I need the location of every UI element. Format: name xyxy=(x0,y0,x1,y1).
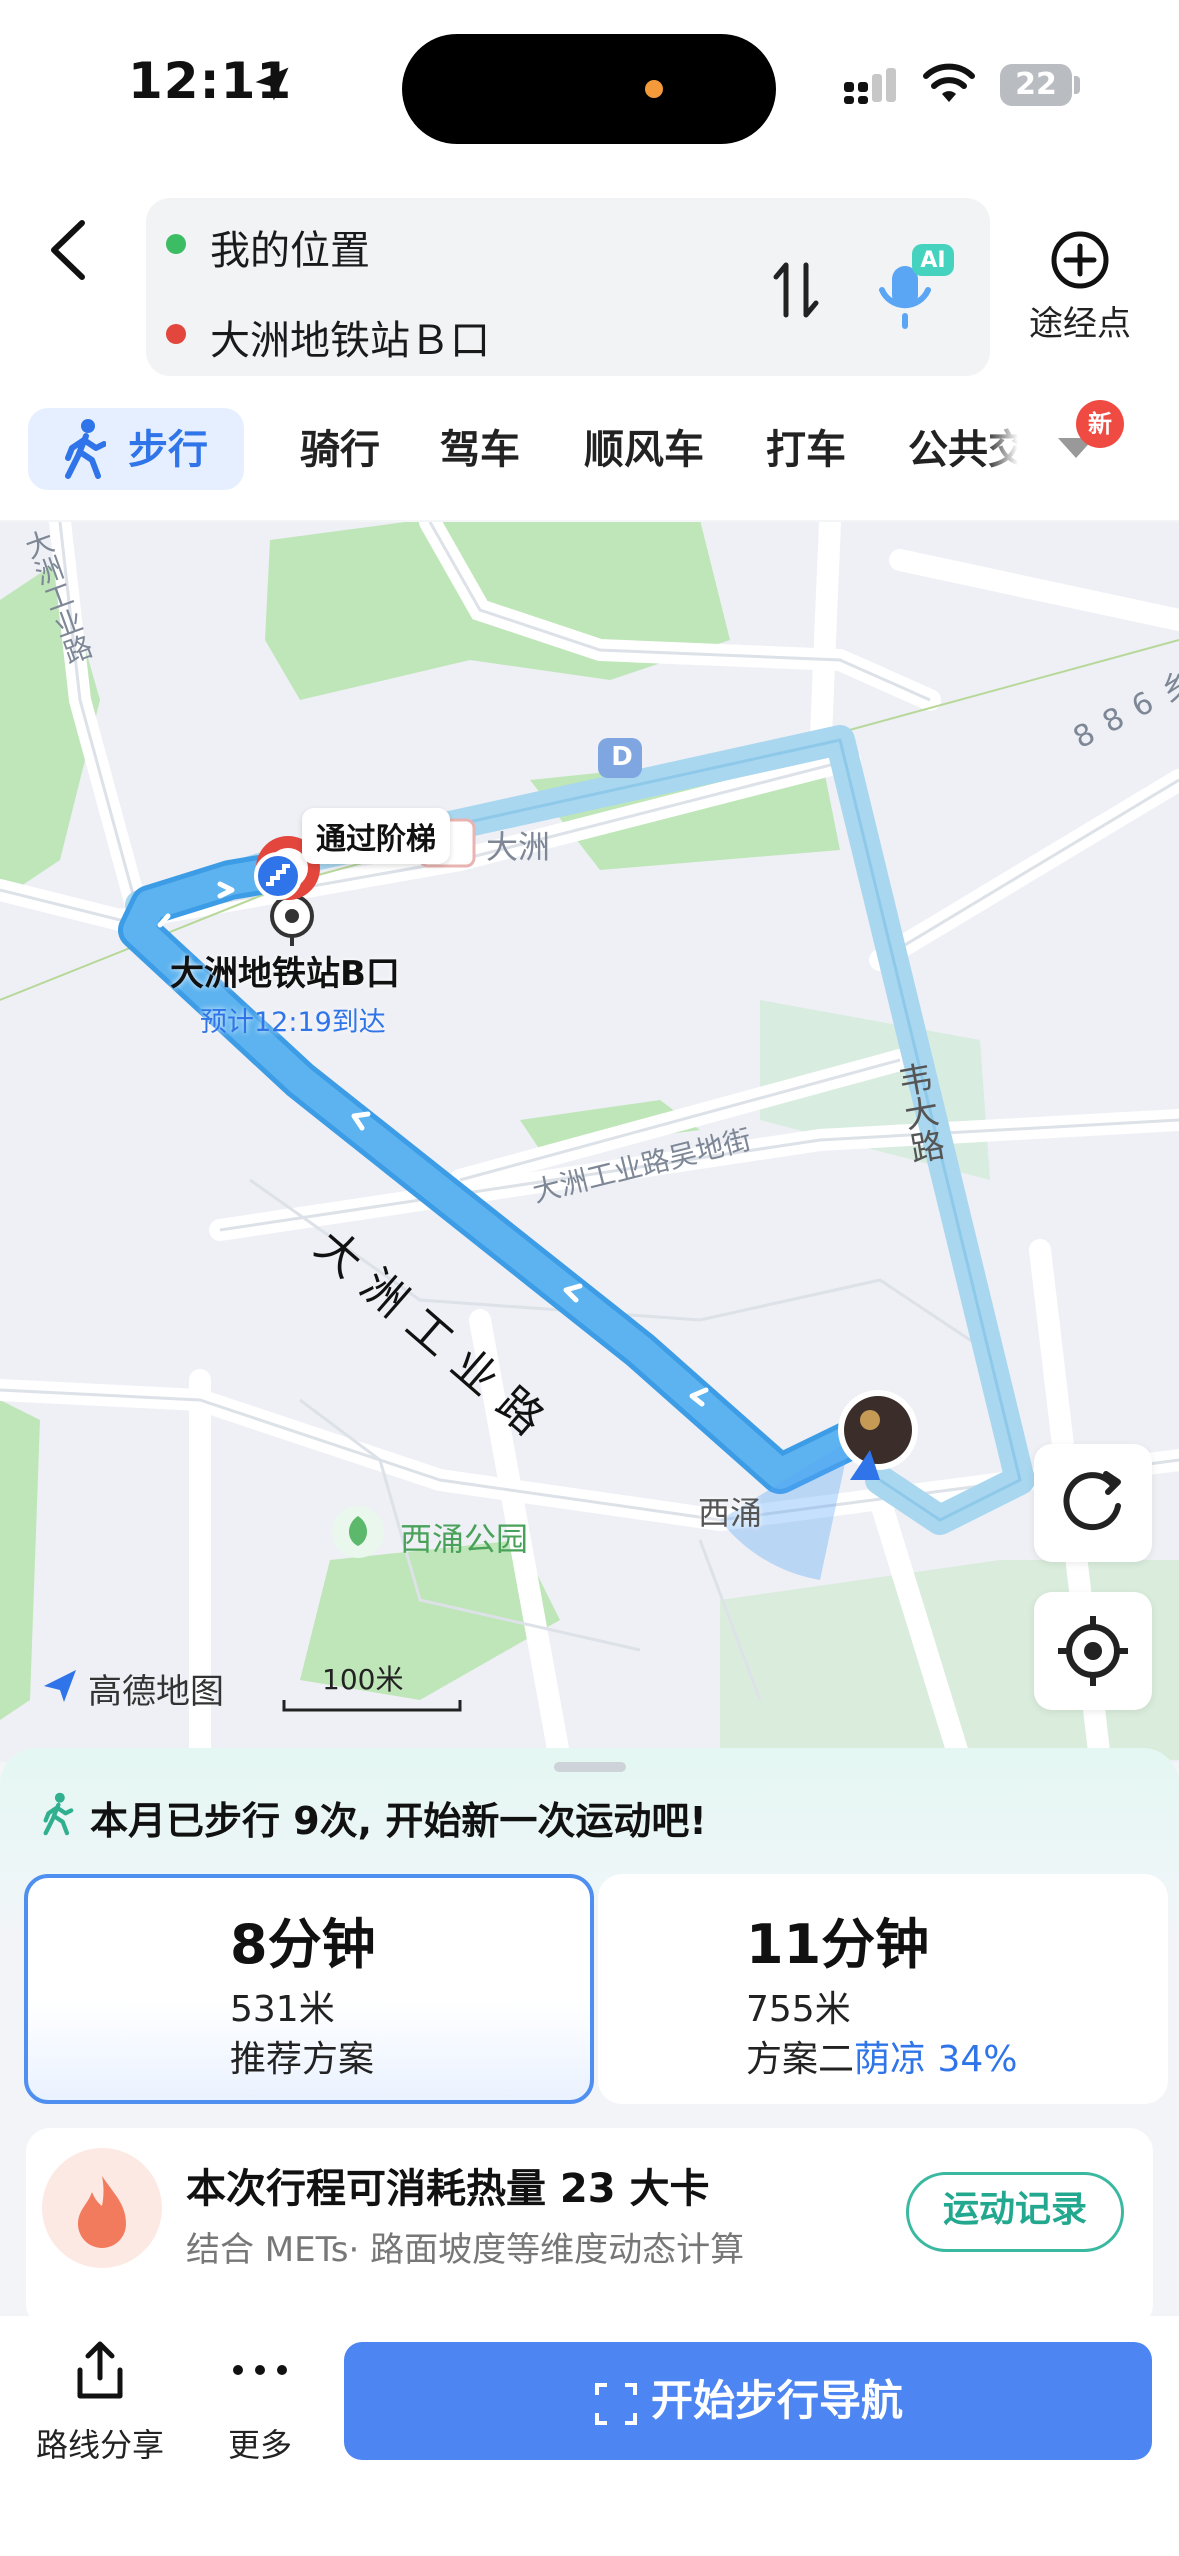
exercise-record-button[interactable]: 运动记录 xyxy=(906,2172,1124,2252)
amap-brand: 高德地图 xyxy=(88,1672,224,1712)
scale-label: 100米 xyxy=(322,1663,404,1696)
crosshair-icon xyxy=(1058,1616,1128,1686)
battery-indicator: 22 xyxy=(1000,64,1072,106)
eta-label: 预计12:19到达 xyxy=(200,1007,386,1038)
destination-dot xyxy=(166,324,186,344)
share-route-button[interactable]: 路线分享 xyxy=(30,2340,170,2470)
route-2-shade: 荫凉 34% xyxy=(854,2039,1018,2080)
route-2-label: 方案二 xyxy=(746,2039,855,2080)
dynamic-island xyxy=(402,34,776,144)
metro-exit-tag: D xyxy=(611,742,633,772)
walking-person-icon xyxy=(65,419,106,479)
route-1-time: 8分钟 xyxy=(230,1913,376,1976)
walking-small-icon xyxy=(43,1792,74,1836)
locate-button[interactable] xyxy=(1034,1592,1152,1710)
map-view[interactable]: 通过阶梯 大洲 D 大洲地铁站B口 预计12:19到达 大洲工业路 大洲工业路吴… xyxy=(0,522,1179,1762)
destination-map-label: 大洲地铁站B口 xyxy=(170,954,400,994)
cellular-signal-icon xyxy=(844,68,896,104)
start-nav-label: 开始步行导航 xyxy=(650,2376,903,2425)
ar-icon xyxy=(594,2382,637,2425)
location-arrow-icon xyxy=(255,67,289,101)
area-label-xiyong: 西涌 xyxy=(698,1494,763,1532)
tab-walk-label: 步行 xyxy=(128,427,208,473)
destination-field[interactable]: 大洲地铁站Ｂ口 xyxy=(210,308,490,366)
tab-drive[interactable]: 驾车 xyxy=(440,410,520,490)
more-label: 更多 xyxy=(227,2426,292,2464)
route-2-time: 11分钟 xyxy=(746,1913,930,1976)
area-label-dazhou: 大洲 xyxy=(486,828,551,866)
flame-badge xyxy=(42,2148,162,2268)
calorie-title: 本次行程可消耗热量 23 大卡 xyxy=(186,2166,710,2212)
route-2-distance: 755米 xyxy=(746,1989,851,2030)
share-icon xyxy=(77,2341,123,2399)
origin-field[interactable]: 我的位置 xyxy=(210,218,370,276)
park-label: 西涌公园 xyxy=(400,1520,529,1558)
more-button[interactable]: 更多 xyxy=(200,2340,320,2470)
add-waypoint-icon[interactable] xyxy=(1050,230,1110,290)
new-badge: 新 xyxy=(1076,400,1124,448)
refresh-icon xyxy=(1063,1471,1121,1531)
origin-dot xyxy=(166,234,186,254)
stairs-callout: 通过阶梯 xyxy=(302,808,450,864)
route-2-note: 方案二荫凉 34% xyxy=(746,2030,1017,2082)
flame-icon xyxy=(78,2176,126,2248)
back-arrow-icon[interactable] xyxy=(40,205,100,295)
island-indicator xyxy=(645,80,663,98)
tab-transit[interactable]: 公共交 xyxy=(908,410,1018,490)
more-dots-icon xyxy=(233,2365,287,2375)
calorie-subtitle: 结合 METs· 路面坡度等维度动态计算 xyxy=(186,2230,745,2270)
route-1-distance: 531米 xyxy=(230,1989,335,2030)
share-label: 路线分享 xyxy=(35,2426,164,2464)
ai-badge: AI xyxy=(920,248,946,273)
walk-count-banner: 本月已步行 9次, 开始新一次运动吧! xyxy=(90,1799,707,1843)
route-1-note: 推荐方案 xyxy=(230,2039,375,2080)
wifi-icon xyxy=(923,63,975,102)
amap-logo-icon xyxy=(44,1670,76,1702)
start-walk-navigation-button[interactable]: 开始步行导航 xyxy=(344,2342,1152,2460)
tab-bike[interactable]: 骑行 xyxy=(300,410,380,490)
refresh-button[interactable] xyxy=(1034,1444,1152,1562)
battery-tip xyxy=(1074,76,1080,94)
waypoint-label[interactable]: 途经点 xyxy=(1020,296,1140,345)
map-canvas xyxy=(0,522,1179,1762)
tab-taxi[interactable]: 打车 xyxy=(766,410,846,490)
swap-icon[interactable] xyxy=(766,255,826,325)
panel-grabber[interactable] xyxy=(554,1762,626,1772)
tab-carpool[interactable]: 顺风车 xyxy=(584,410,704,490)
